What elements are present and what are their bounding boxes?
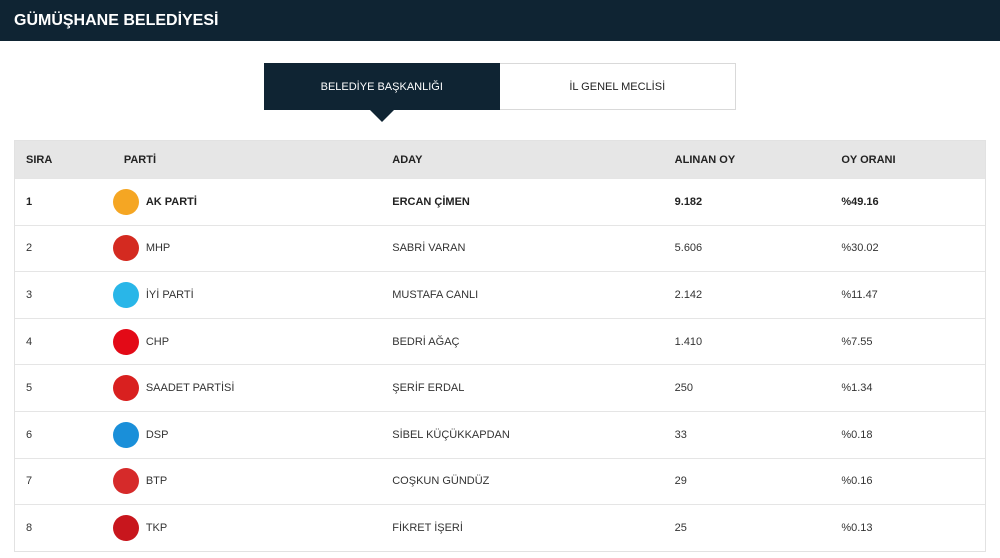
party-name: AK PARTİ [145, 195, 197, 208]
party-name: CHP [145, 335, 170, 348]
tab-belediye-baskanligi[interactable]: BELEDİYE BAŞKANLIĞI [264, 63, 500, 122]
column-header-votes: ALINAN OY [674, 153, 736, 166]
table-row: 5 SAADET PARTİSİ ŞERİF ERDAL 250 %1.34 [15, 364, 985, 411]
btp-icon [112, 468, 139, 495]
party-cell: SAADET PARTİSİ [112, 375, 382, 402]
candidate-cell: FİKRET İŞERİ [392, 521, 463, 534]
tkp-icon [112, 514, 139, 541]
dsp-icon [112, 421, 139, 448]
party-name: TKP [145, 521, 168, 534]
rank-cell: 3 [26, 288, 33, 301]
party-name: SAADET PARTİSİ [145, 382, 235, 395]
rank-cell: 8 [26, 521, 33, 534]
table-row: 4 CHP BEDRİ AĞAÇ 1.410 %7.55 [15, 317, 985, 365]
party-name: MHP [145, 242, 171, 255]
mhp-icon [112, 235, 139, 262]
share-cell: %0.16 [841, 475, 873, 488]
iyi-parti-icon [112, 281, 139, 308]
party-name: BTP [145, 475, 168, 488]
column-header-candidate: ADAY [392, 153, 423, 166]
saadet-icon [112, 375, 139, 402]
party-cell: BTP [112, 468, 382, 495]
candidate-cell: ERCAN ÇİMEN [392, 195, 470, 208]
share-cell: %49.16 [841, 195, 879, 208]
results-table: SIRA PARTİ ADAY ALINAN OY OY ORANI 1 AK P… [14, 140, 986, 552]
share-cell: %0.13 [841, 521, 873, 534]
votes-cell: 25 [674, 521, 687, 534]
share-cell: %7.55 [841, 335, 873, 348]
table-row: 7 BTP COŞKUN GÜNDÜZ 29 %0.16 [15, 457, 985, 505]
table-row: 1 AK PARTİ ERCAN ÇİMEN 9.182 %49.16 [15, 178, 985, 225]
party-cell: CHP [112, 328, 382, 355]
party-cell: AK PARTİ [112, 188, 382, 215]
votes-cell: 33 [674, 428, 687, 441]
party-cell: TKP [112, 514, 382, 541]
tab-il-genel-meclisi[interactable]: İL GENEL MECLİSİ [500, 64, 736, 109]
votes-cell: 9.182 [674, 195, 703, 208]
candidate-cell: BEDRİ AĞAÇ [392, 335, 460, 348]
page-title: GÜMÜŞHANE BELEDİYESİ [0, 0, 1000, 41]
rank-cell: 7 [26, 475, 33, 488]
share-cell: %30.02 [841, 242, 879, 255]
candidate-cell: ŞERİF ERDAL [392, 382, 465, 395]
votes-cell: 2.142 [674, 288, 703, 301]
party-cell: MHP [112, 235, 382, 262]
chp-icon [112, 328, 139, 355]
rank-cell: 4 [26, 335, 33, 348]
party-cell: İYİ PARTİ [112, 281, 382, 308]
share-cell: %0.18 [841, 428, 873, 441]
table-row: 3 İYİ PARTİ MUSTAFA CANLI 2.142 %11.47 [15, 271, 985, 318]
party-name: DSP [145, 428, 169, 441]
rank-cell: 5 [26, 382, 33, 395]
candidate-cell: SABRİ VARAN [392, 242, 466, 255]
rank-cell: 1 [26, 195, 33, 208]
share-cell: %11.47 [841, 288, 878, 301]
party-cell: DSP [112, 421, 382, 448]
candidate-cell: SİBEL KÜÇÜKKAPDAN [392, 428, 510, 441]
table-row: 6 DSP SİBEL KÜÇÜKKAPDAN 33 %0.18 [15, 410, 985, 458]
column-header-party: PARTİ [123, 153, 156, 166]
votes-cell: 1.410 [674, 335, 703, 348]
column-header-rank: SIRA [26, 153, 53, 166]
table-row: 2 MHP SABRİ VARAN 5.606 %30.02 [15, 224, 985, 272]
ak-parti-icon [112, 188, 139, 215]
table-body: 1 AK PARTİ ERCAN ÇİMEN 9.182 %49.16 2 MHP SABRİ… [15, 178, 985, 551]
votes-cell: 29 [674, 475, 687, 488]
candidate-cell: MUSTAFA CANLI [392, 288, 479, 301]
candidate-cell: COŞKUN GÜNDÜZ [392, 475, 490, 488]
votes-cell: 250 [674, 382, 693, 395]
column-header-share: OY ORANI [841, 153, 896, 166]
party-name: İYİ PARTİ [145, 288, 194, 301]
votes-cell: 5.606 [674, 242, 703, 255]
rank-cell: 2 [26, 242, 33, 255]
share-cell: %1.34 [841, 382, 873, 395]
table-header: SIRA PARTİ ADAY ALINAN OY OY ORANI [15, 141, 985, 178]
table-row: 8 TKP FİKRET İŞERİ 25 %0.13 [15, 504, 985, 551]
results-tabs: BELEDİYE BAŞKANLIĞI İL GENEL MECLİSİ [264, 63, 736, 122]
rank-cell: 6 [26, 428, 33, 441]
